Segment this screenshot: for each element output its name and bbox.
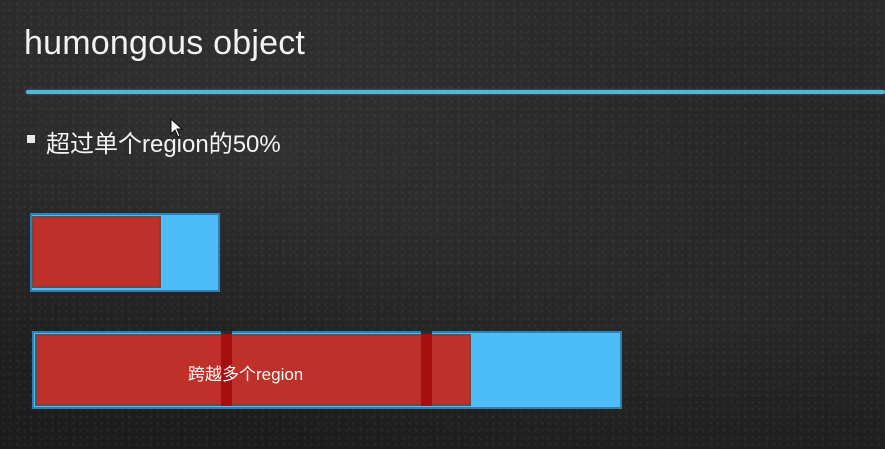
region-boundary <box>421 334 432 406</box>
mouse-pointer-icon <box>170 118 184 138</box>
square-bullet-icon <box>27 135 35 143</box>
title-divider <box>26 90 885 94</box>
single-region-object <box>32 216 161 288</box>
bullet-text: 超过单个region的50% <box>46 131 281 158</box>
slide-title: humongous object <box>24 24 306 62</box>
spanning-region-label: 跨越多个region <box>188 365 304 384</box>
